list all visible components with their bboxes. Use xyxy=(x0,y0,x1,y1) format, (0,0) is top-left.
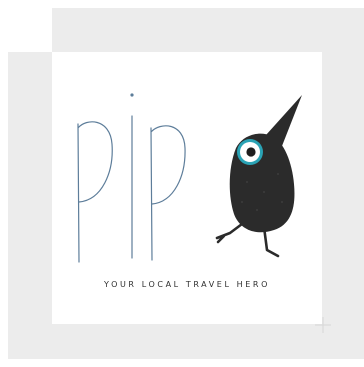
letter-i-dot xyxy=(130,93,134,97)
logo-tagline: YOUR LOCAL TRAVEL HERO xyxy=(104,280,270,289)
letter-p2 xyxy=(150,125,186,261)
crosshair-icon xyxy=(315,317,331,333)
logo-card: YOUR LOCAL TRAVEL HERO xyxy=(52,52,322,324)
bird-eye-pupil xyxy=(246,147,256,157)
bird-mascot-icon xyxy=(215,95,302,258)
bird-leg-left xyxy=(215,222,244,244)
bird-beak xyxy=(266,95,302,146)
image-canvas: YOUR LOCAL TRAVEL HERO xyxy=(0,0,364,367)
letter-p1 xyxy=(77,121,113,263)
background-panel-top xyxy=(52,8,364,52)
pip-wordmark xyxy=(77,93,186,263)
